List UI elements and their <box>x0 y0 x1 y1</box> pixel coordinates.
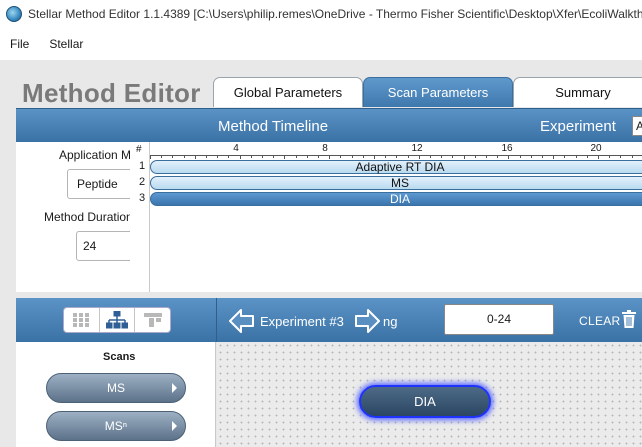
experiment-name-truncated: ng <box>383 314 397 329</box>
ruler-tick <box>631 155 633 158</box>
ruler-tick <box>329 155 331 159</box>
ruler-tick <box>418 155 420 159</box>
tab-global-parameters[interactable]: Global Parameters <box>213 77 363 107</box>
next-experiment-arrow-icon[interactable] <box>354 308 380 334</box>
method-duration-input[interactable]: 24 <box>76 231 136 261</box>
ruler-tick <box>262 155 263 158</box>
timeline-view-button[interactable] <box>135 308 170 332</box>
ruler-tick <box>206 155 207 158</box>
ruler-tick <box>474 155 476 158</box>
row-number: 2 <box>138 176 146 188</box>
ruler-tick <box>463 155 465 159</box>
ruler-tick <box>161 155 163 158</box>
grid-view-icon <box>73 313 90 327</box>
ruler-tick <box>306 155 308 158</box>
application-mode-select[interactable]: Peptide <box>67 169 137 199</box>
row-number-header: # <box>136 144 142 155</box>
timeline-title: Method Timeline <box>218 118 329 135</box>
timeline-bar-dia[interactable]: DIA <box>150 192 642 206</box>
ruler-tick <box>362 155 364 158</box>
ruler-tick <box>239 155 241 159</box>
trash-icon[interactable] <box>622 310 636 328</box>
current-experiment-label: Experiment #3 <box>260 314 344 329</box>
ruler-tick <box>284 155 286 159</box>
chevron-right-icon <box>172 421 177 431</box>
tree-view-button[interactable] <box>100 308 136 332</box>
app-logo-icon <box>6 6 22 22</box>
ruler-tick <box>217 155 219 158</box>
ruler-tick <box>564 155 566 158</box>
ruler-tick <box>351 155 353 158</box>
tab-summary[interactable]: Summary <box>513 77 642 107</box>
application-mode-label: Application M <box>59 148 132 162</box>
ruler-tick <box>452 155 454 158</box>
ruler-tick-label: 16 <box>501 143 513 154</box>
ruler-tick <box>396 155 398 158</box>
timeline-bar-adaptive-rt-dia[interactable]: Adaptive RT DIA <box>150 160 642 174</box>
ruler-tick <box>318 155 319 158</box>
ruler-tick <box>407 155 409 158</box>
ruler-tick <box>620 155 622 158</box>
timeline-bar-ms[interactable]: MS <box>150 176 642 190</box>
ruler-tick <box>228 155 230 158</box>
ruler-tick <box>497 155 499 158</box>
window-title: Stellar Method Editor 1.1.4389 [C:\Users… <box>28 7 642 21</box>
ruler-tick <box>150 155 151 159</box>
page-title: Method Editor <box>22 78 201 108</box>
timeline-experiment-label: Experiment <box>540 118 616 135</box>
title-bar: Stellar Method Editor 1.1.4389 [C:\Users… <box>0 0 642 28</box>
row-number: 1 <box>138 160 146 172</box>
ruler-tick <box>609 155 611 158</box>
chevron-right-icon <box>172 383 177 393</box>
ruler-tick <box>340 155 342 158</box>
menu-stellar[interactable]: Stellar <box>39 37 93 51</box>
tab-scan-parameters[interactable]: Scan Parameters <box>363 77 513 107</box>
ruler-tick <box>273 155 275 158</box>
workflow-node-dia[interactable]: DIA <box>359 385 491 418</box>
clear-button[interactable]: CLEAR <box>579 314 621 328</box>
ruler-tick <box>598 155 599 159</box>
ruler-tick <box>542 155 543 158</box>
view-mode-group <box>63 307 171 333</box>
ruler-tick <box>586 155 588 158</box>
previous-experiment-arrow-icon[interactable] <box>229 308 255 334</box>
menu-file[interactable]: File <box>0 37 39 51</box>
ruler-tick <box>194 155 196 159</box>
row-number: 3 <box>138 192 146 204</box>
time-range-input[interactable]: 0-24 <box>444 304 554 335</box>
ruler-tick-label: 12 <box>411 143 423 154</box>
method-duration-label: Method Duration <box>44 210 133 224</box>
ruler-tick <box>441 155 443 158</box>
ruler-tick <box>250 155 252 158</box>
scan-ms-button[interactable]: MS <box>46 373 186 403</box>
ruler-tick-label: 4 <box>233 143 239 154</box>
ruler-tick <box>530 155 532 158</box>
scan-msn-button[interactable]: MSⁿ <box>46 411 186 441</box>
ruler-tick-label: 8 <box>322 143 328 154</box>
scan-msn-label: MSⁿ <box>104 419 128 433</box>
ruler-tick <box>374 155 375 159</box>
ruler-tick <box>553 155 555 159</box>
grid-view-button[interactable] <box>64 308 100 332</box>
timeline-experiment-select[interactable]: A <box>632 116 642 136</box>
ruler-tick <box>486 155 487 158</box>
ruler-tick <box>575 155 577 158</box>
scan-ms-label: MS <box>107 381 125 395</box>
ruler-tick <box>385 155 387 158</box>
ruler-tick <box>183 155 185 158</box>
ruler-tick <box>295 155 297 158</box>
scans-title: Scans <box>103 351 136 363</box>
ruler-tick <box>508 155 510 159</box>
ruler-tick <box>519 155 521 158</box>
timeline-view-icon <box>143 313 162 327</box>
menu-bar: File Stellar <box>0 30 93 58</box>
tree-view-icon <box>106 311 128 329</box>
ruler-tick-label: 20 <box>590 143 602 154</box>
ruler-tick <box>172 155 174 158</box>
ruler-tick <box>430 155 431 158</box>
